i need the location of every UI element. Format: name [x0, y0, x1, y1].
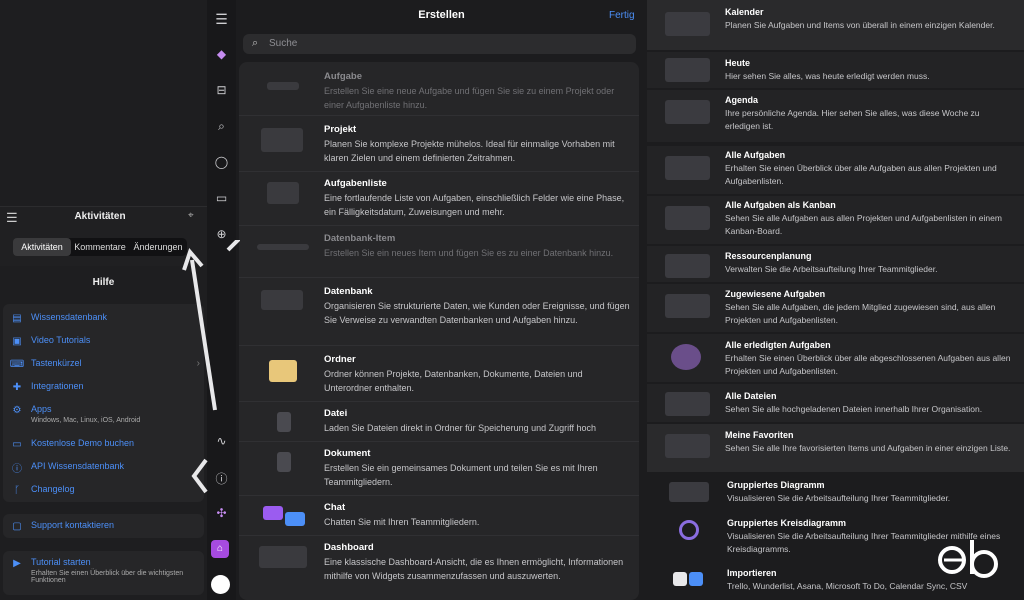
view-kalender[interactable]: Kalender Planen Sie Aufgaben und Items v…	[647, 0, 1024, 50]
create-item-dokument[interactable]: Dokument Erstellen Sie ein gemeinsames D…	[239, 442, 639, 496]
view-kanban[interactable]: Alle Aufgaben als Kanban Sehen Sie alle …	[647, 196, 1024, 244]
help-item-video-tutorials[interactable]: ▣ Video Tutorials	[3, 335, 204, 347]
apps-subtitle: Windows, Mac, Linux, iOS, Android	[31, 417, 141, 424]
folder-icon	[269, 360, 297, 382]
completed-thumbnail	[671, 344, 701, 370]
chat-icon: ▢	[12, 520, 22, 532]
pie-chart-icon	[679, 520, 699, 540]
create-item-datei[interactable]: Datei Laden Sie Dateien direkt in Ordner…	[239, 402, 639, 442]
apps-icon[interactable]: ✣	[207, 506, 236, 520]
create-item-projekt[interactable]: Projekt Planen Sie komplexe Projekte müh…	[239, 116, 639, 172]
import-arrow-icon	[673, 572, 687, 586]
annotation-arrows	[182, 240, 240, 494]
create-item-chat[interactable]: Chat Chatten Sie mit Ihren Teammitgliede…	[239, 496, 639, 536]
tab-aktivitaeten[interactable]: Aktivitäten	[13, 238, 71, 256]
chat-bubble-icon	[263, 506, 283, 520]
dashboard-thumbnail	[259, 546, 307, 568]
resource-thumbnail	[665, 254, 710, 278]
video-icon: ▣	[12, 335, 22, 347]
database-item-thumbnail	[257, 244, 309, 250]
help-group: ▤ Wissensdatenbank ▣ Video Tutorials ⌨ Tast…	[3, 304, 204, 502]
file-icon	[277, 412, 291, 432]
view-alle-dateien[interactable]: Alle Dateien Sehen Sie alle hochgeladene…	[647, 384, 1024, 422]
tasklist-thumbnail	[267, 182, 299, 204]
view-erledigte-aufgaben[interactable]: Alle erledigten Aufgaben Erhalten Sie ei…	[647, 334, 1024, 382]
view-heute[interactable]: Heute Hier sehen Sie alles, was heute er…	[647, 52, 1024, 88]
create-title: Erstellen	[418, 9, 465, 21]
view-gruppiertes-diagramm[interactable]: Gruppiertes Diagramm Visualisieren Sie d…	[647, 474, 1024, 510]
view-zugewiesene-aufgaben[interactable]: Zugewiesene Aufgaben Sehen Sie alle Aufg…	[647, 284, 1024, 332]
chat-bubble-icon	[285, 512, 305, 526]
create-item-aufgabenliste[interactable]: Aufgabenliste Eine fortlaufende Liste vo…	[239, 172, 639, 226]
plus-circle-icon[interactable]: ⊕	[207, 227, 236, 241]
grouped-chart-thumbnail	[669, 482, 709, 502]
chat-icon[interactable]: ◯	[207, 155, 236, 169]
all-tasks-thumbnail	[665, 156, 710, 180]
menu-icon[interactable]: ☰	[6, 210, 18, 226]
help-item-integrationen[interactable]: ✚ Integrationen	[3, 381, 204, 393]
database-thumbnail	[261, 290, 303, 310]
activities-title: Aktivitäten	[74, 211, 126, 222]
tutorial-button[interactable]: ▶ Tutorial starten Erhalten Sie einen Über…	[3, 557, 204, 584]
task-thumbnail	[267, 82, 299, 90]
tab-aenderungen[interactable]: Änderungen	[129, 238, 187, 256]
home-icon[interactable]: ⌂	[211, 540, 229, 558]
done-button[interactable]: Fertig	[609, 10, 635, 21]
inbox-icon[interactable]: ⊟	[207, 83, 236, 97]
document-icon	[277, 452, 291, 472]
tab-kommentare[interactable]: Kommentare	[71, 238, 129, 256]
calendar-thumbnail	[665, 12, 710, 36]
gear-icon	[689, 572, 703, 586]
puzzle-icon: ✚	[12, 381, 22, 393]
help-item-wissensdatenbank[interactable]: ▤ Wissensdatenbank	[3, 312, 204, 324]
create-item-datenbank-item[interactable]: Datenbank-Item Erstellen Sie ein neues I…	[239, 226, 639, 278]
favorites-thumbnail	[665, 434, 710, 458]
tutorial-group: ▶ Tutorial starten Erhalten Sie einen Über…	[3, 551, 204, 595]
create-item-dashboard[interactable]: Dashboard Eine klassische Dashboard-Ansi…	[239, 536, 639, 600]
help-item-apps[interactable]: ⚙ Apps Windows, Mac, Linux, iOS, Android	[3, 404, 204, 424]
support-button[interactable]: ▢ Support kontaktieren	[3, 520, 204, 532]
search-icon[interactable]: ⌕	[207, 119, 236, 134]
menu-icon[interactable]: ☰	[207, 11, 236, 28]
view-agenda[interactable]: Agenda Ihre persönliche Agenda. Hier seh…	[647, 90, 1024, 142]
info-icon: ⓘ	[12, 463, 22, 475]
apps-icon: ⚙	[12, 404, 22, 416]
view-ressourcenplanung[interactable]: Ressourcenplanung Verwalten Sie die Arbe…	[647, 246, 1024, 282]
watermark-logo	[938, 540, 998, 578]
help-item-demo[interactable]: ▭ Kostenlose Demo buchen	[3, 438, 204, 450]
annotation-chevron	[226, 240, 240, 252]
files-thumbnail	[665, 392, 710, 416]
agenda-thumbnail	[665, 100, 710, 124]
monitor-icon: ▭	[12, 438, 22, 450]
help-item-api[interactable]: ⓘ API Wissensdatenbank	[3, 461, 204, 475]
activities-segmented-control: Aktivitäten Kommentare Änderungen	[13, 238, 187, 256]
annotation-line	[190, 259, 217, 411]
book-icon: ▤	[12, 312, 22, 324]
view-alle-aufgaben[interactable]: Alle Aufgaben Erhalten Sie einen Überbli…	[647, 146, 1024, 194]
assigned-thumbnail	[665, 294, 710, 318]
create-item-datenbank[interactable]: Datenbank Organisieren Sie strukturierte…	[239, 278, 639, 346]
keyboard-icon: ⌨	[9, 358, 25, 370]
tutorial-subtitle: Erhalten Sie einen Überblick über die wi…	[31, 570, 184, 584]
annotation-chevron	[191, 458, 208, 494]
help-title: Hilfe	[92, 277, 115, 288]
help-item-tastenkuerzel[interactable]: ⌨ Tastenkürzel ›	[3, 358, 204, 370]
search-icon: ⌕	[252, 37, 259, 49]
pin-icon[interactable]: ⌖	[188, 210, 194, 221]
help-item-changelog[interactable]: ᚴ Changelog	[3, 484, 204, 496]
create-item-ordner[interactable]: Ordner Ordner können Projekte, Datenbank…	[239, 346, 639, 402]
view-meine-favoriten[interactable]: Meine Favoriten Sehen Sie alle Ihre favo…	[647, 424, 1024, 472]
play-icon: ▶	[13, 557, 21, 569]
support-group: ▢ Support kontaktieren	[3, 514, 204, 538]
diamond-icon[interactable]: ◆	[207, 47, 236, 61]
today-thumbnail	[665, 58, 710, 82]
left-panel	[0, 0, 207, 600]
project-thumbnail	[261, 128, 303, 152]
folder-icon[interactable]: ▭	[207, 191, 236, 205]
avatar[interactable]	[211, 575, 230, 594]
kanban-thumbnail	[665, 206, 710, 230]
search-input[interactable]: Suche	[243, 34, 636, 54]
branch-icon: ᚴ	[14, 484, 20, 496]
create-item-aufgabe[interactable]: Aufgabe Erstellen Sie eine neue Aufgabe …	[239, 62, 639, 116]
